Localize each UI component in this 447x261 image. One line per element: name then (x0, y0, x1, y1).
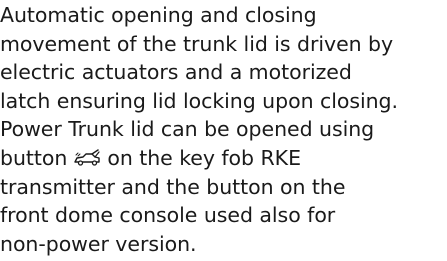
paragraph-line-7: transmitter and the button on the (0, 174, 346, 199)
paragraph-line-1: Automatic opening and closing (0, 3, 317, 27)
document-page: Automatic opening and closing movement o… (0, 0, 447, 261)
paragraph-line-8: front dome console used also for (0, 203, 336, 228)
paragraph-line-9: non-power version. (0, 231, 197, 256)
paragraph-line-4: latch ensuring lid locking upon closing. (0, 88, 398, 113)
paragraph-line-6: button on the key fob RKE (0, 144, 447, 173)
paragraph-line-2: movement of the trunk lid is driven by (0, 31, 394, 56)
paragraph-line-3: electric actuators and a motorized (0, 60, 352, 85)
paragraph-line-5: Power Trunk lid can be opened using (0, 117, 375, 142)
trunk-open-icon (73, 149, 101, 167)
paragraph-line-6-start: button (0, 145, 68, 170)
paragraph-line-6-end: on the key fob RKE (107, 145, 301, 170)
paragraph: Automatic opening and closing movement o… (0, 1, 447, 258)
